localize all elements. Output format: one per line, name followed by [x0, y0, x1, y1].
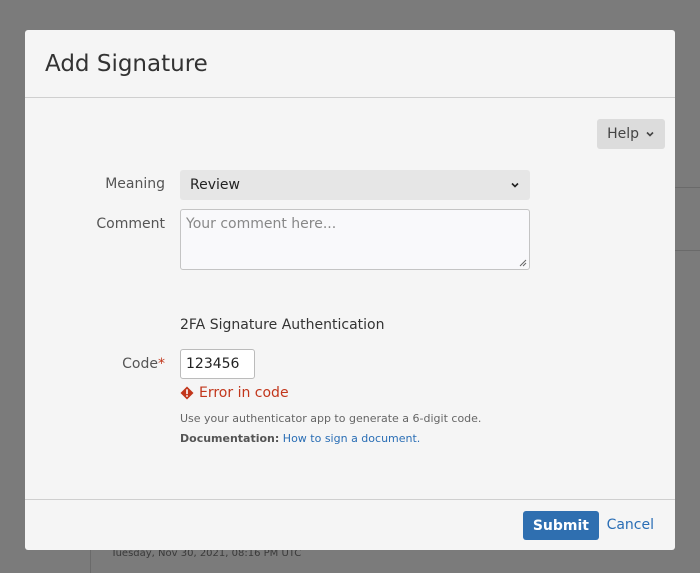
submit-button[interactable]: Submit: [522, 511, 599, 540]
code-input[interactable]: 123456: [180, 349, 255, 379]
comment-placeholder: Your comment here...: [186, 216, 337, 232]
comment-textarea[interactable]: Your comment here...: [180, 209, 530, 270]
required-marker: *: [158, 356, 165, 372]
comment-row: Comment: [25, 216, 165, 232]
add-signature-dialog: Add Signature Help Meaning Review Commen…: [25, 30, 675, 550]
code-row: Code*: [25, 356, 165, 372]
code-help-text: Use your authenticator app to generate a…: [180, 412, 482, 425]
cancel-button[interactable]: Cancel: [607, 517, 654, 533]
code-label: Code*: [25, 356, 165, 372]
code-input-value: 123456: [186, 356, 240, 372]
documentation-line: Documentation: How to sign a document.: [180, 432, 420, 445]
dialog-footer: Submit Cancel: [25, 499, 675, 550]
chevron-down-icon: [511, 182, 519, 188]
code-label-text: Code: [122, 356, 158, 372]
meaning-row: Meaning: [25, 176, 165, 192]
background-divider: [675, 187, 700, 188]
resize-handle-icon[interactable]: [519, 259, 527, 267]
dialog-header: Add Signature: [25, 30, 675, 98]
error-icon: [180, 386, 194, 400]
chevron-down-icon: [646, 131, 654, 137]
help-button[interactable]: Help: [597, 119, 665, 149]
dialog-title: Add Signature: [45, 51, 208, 77]
documentation-link[interactable]: How to sign a document.: [283, 432, 421, 445]
meaning-select[interactable]: Review: [180, 170, 530, 200]
help-button-label: Help: [607, 126, 639, 142]
meaning-label: Meaning: [105, 176, 165, 192]
documentation-label: Documentation:: [180, 432, 280, 445]
section-title-2fa: 2FA Signature Authentication: [180, 317, 385, 333]
meaning-select-value: Review: [190, 177, 240, 193]
background-divider: [675, 250, 700, 251]
comment-label: Comment: [96, 216, 165, 232]
code-error-message: Error in code: [180, 385, 289, 401]
code-error-text: Error in code: [199, 385, 289, 401]
